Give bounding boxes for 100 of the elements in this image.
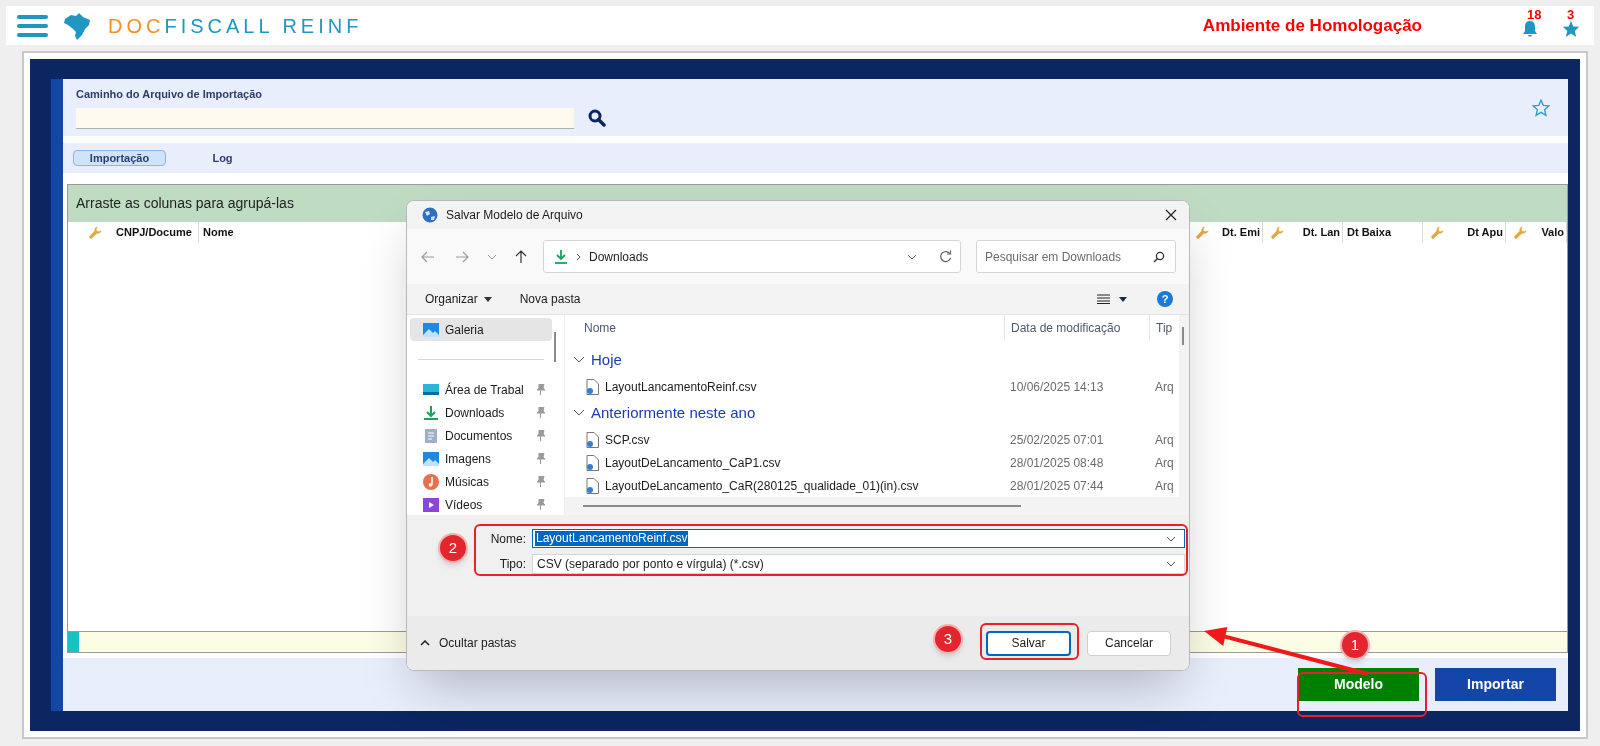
scrollbar-thumb[interactable] (554, 332, 556, 362)
favorites-count: 3 (1567, 7, 1575, 21)
group-header[interactable]: Hoje (565, 345, 1179, 375)
nav-item[interactable]: Imagens (410, 447, 552, 470)
wrench-icon[interactable] (89, 226, 102, 239)
file-name[interactable]: LayoutDeLancamento_CaR(280125_qualidade_01)(in).csv (605, 476, 919, 495)
notification-count: 18 (1527, 7, 1542, 21)
menu-icon[interactable] (17, 13, 48, 38)
nav-item[interactable]: Músicas (410, 470, 552, 493)
pin-icon[interactable] (536, 407, 546, 418)
file-name-field[interactable]: LayoutLancamentoReinf.csv (532, 529, 1185, 548)
status-block (68, 632, 79, 652)
logo-text: DOC FISCALL REINF (108, 13, 363, 39)
star-outline-icon[interactable] (1532, 98, 1550, 117)
close-icon[interactable] (1165, 209, 1177, 221)
file-type: Arq (1154, 431, 1174, 449)
cancel-button[interactable]: Cancelar (1087, 630, 1171, 656)
wrench-icon[interactable] (1196, 226, 1209, 239)
list-column-header[interactable]: Tip (1156, 319, 1173, 337)
file-date: 28/01/2025 08:48 (1009, 454, 1105, 472)
file-icon (586, 431, 599, 448)
chevron-up-icon (420, 640, 430, 646)
file-date: 10/06/2025 14:13 (1009, 378, 1105, 396)
file-type: Arq (1154, 454, 1174, 472)
path-field[interactable] (76, 107, 574, 129)
search-icon[interactable] (588, 109, 606, 128)
forward-arrow-icon[interactable] (455, 250, 469, 263)
star-icon[interactable] (1562, 19, 1580, 38)
chevron-down-icon[interactable] (1166, 535, 1176, 542)
file-date: 25/02/2025 07:01 (1009, 431, 1105, 449)
file-icon (586, 454, 599, 471)
organize-menu[interactable]: Organizar (425, 290, 492, 308)
nav-item[interactable]: Área de Trabal (410, 378, 552, 401)
column-header[interactable]: Dt. Emi (1222, 224, 1260, 241)
caret-icon (483, 296, 492, 302)
pin-icon[interactable] (536, 499, 546, 510)
caret-icon[interactable] (1119, 296, 1127, 302)
pin-icon[interactable] (536, 430, 546, 441)
back-arrow-icon[interactable] (421, 250, 435, 263)
file-name[interactable]: SCP.csv (605, 430, 650, 449)
field-label: Tipo: (498, 556, 526, 573)
nav-item[interactable]: Galeria (410, 318, 552, 341)
picture-icon (423, 450, 439, 467)
tab[interactable]: Log (176, 150, 269, 166)
download-icon (554, 249, 568, 264)
address-bar[interactable]: Downloads (543, 240, 961, 273)
file-type: Arq (1154, 477, 1174, 495)
pin-icon[interactable] (536, 476, 546, 487)
hide-folders-button[interactable]: Ocultar pastas (420, 634, 517, 652)
document-icon (423, 427, 439, 444)
column-header[interactable]: Dt Apu (1467, 224, 1503, 241)
chevron-down-icon[interactable] (907, 253, 917, 260)
column-header[interactable]: CNPJ/Docume (116, 224, 192, 241)
action-button[interactable]: Modelo (1298, 668, 1419, 701)
action-button[interactable]: Importar (1435, 668, 1556, 701)
file-type-select[interactable]: CSV (separado por ponto e vírgula) (*.csv) (532, 554, 1185, 574)
search-icon (1153, 250, 1165, 263)
list-column-header[interactable]: Nome (584, 319, 616, 337)
column-header[interactable]: Dt. Lan (1302, 224, 1340, 241)
chevron-right-icon (576, 252, 581, 261)
save-button[interactable]: Salvar (986, 630, 1071, 656)
column-header[interactable]: Valo (1541, 224, 1564, 241)
help-button[interactable]: ? (1157, 291, 1173, 307)
environment-label: Ambiente de Homologação (1202, 14, 1422, 37)
group-hint: Arraste as colunas para agrupá-las (76, 194, 294, 213)
globe-icon (422, 207, 438, 223)
map-icon (62, 10, 92, 41)
view-list-icon[interactable] (1097, 294, 1110, 304)
file-icon (586, 378, 599, 395)
column-header[interactable]: Nome (203, 224, 234, 241)
wrench-icon[interactable] (1271, 226, 1284, 239)
refresh-icon[interactable] (939, 250, 952, 263)
file-date: 28/01/2025 07:44 (1009, 477, 1105, 495)
list-column-header[interactable]: Data de modificação (1011, 319, 1121, 337)
scrollbar-thumb[interactable] (1182, 327, 1184, 345)
column-header[interactable]: Dt Baixa (1347, 224, 1392, 241)
file-icon (586, 477, 599, 494)
file-type: Arq (1154, 378, 1174, 396)
wrench-icon[interactable] (1431, 226, 1444, 239)
nav-item[interactable]: Downloads (410, 401, 552, 424)
file-name[interactable]: LayoutLancamentoReinf.csv (605, 377, 757, 396)
pin-icon[interactable] (536, 453, 546, 464)
path-label: Caminho do Arquivo de Importação (76, 87, 263, 103)
dialog-title: Salvar Modelo de Arquivo (446, 207, 584, 224)
desktop-icon (423, 381, 439, 398)
up-arrow-icon[interactable] (515, 249, 527, 264)
search-field[interactable]: Pesquisar em Downloads (976, 240, 1176, 273)
chevron-down-icon[interactable] (1166, 561, 1176, 567)
pin-icon[interactable] (536, 384, 546, 395)
nav-item[interactable]: Documentos (410, 424, 552, 447)
address-text: Downloads (589, 248, 650, 266)
wrench-icon[interactable] (1514, 226, 1527, 239)
group-header[interactable]: Anteriormente neste ano (565, 398, 1179, 428)
picture-icon (423, 321, 439, 338)
tab[interactable]: Importação (73, 150, 166, 166)
scrollbar-thumb[interactable] (583, 505, 1021, 507)
file-name[interactable]: LayoutDeLancamento_CaP1.csv (605, 453, 781, 472)
new-folder-button[interactable]: Nova pasta (519, 290, 581, 308)
bell-icon[interactable] (1522, 19, 1538, 38)
nav-item[interactable]: Vídeos (410, 493, 552, 516)
